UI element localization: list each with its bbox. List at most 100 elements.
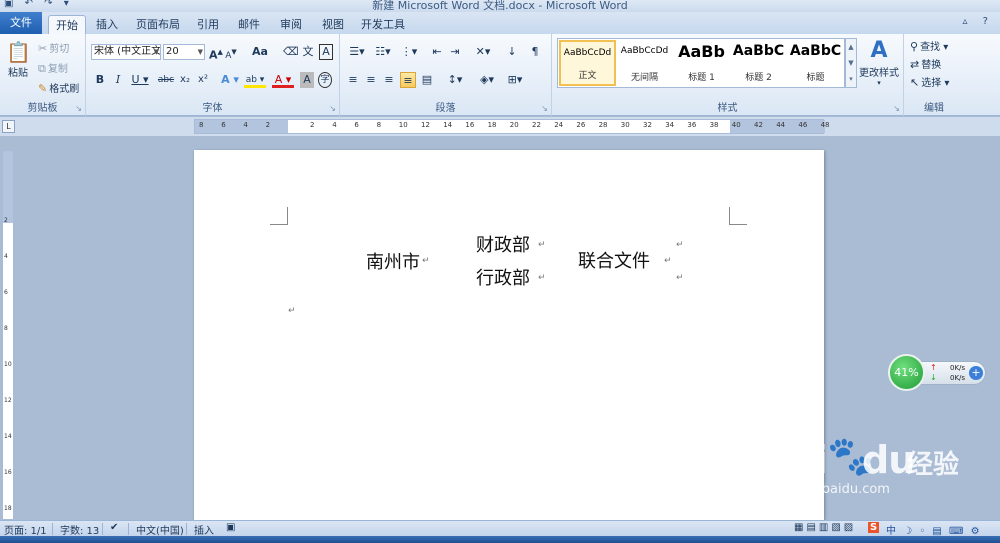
macro-icon[interactable]: ▣ [226,522,235,533]
paste-button[interactable]: 📋 粘贴 [6,40,31,84]
ruler-tick-label: 30 [620,121,630,129]
vertical-ruler[interactable]: 2 4 6 8 10 12 14 16 18 [2,150,14,520]
document-page[interactable]: 南州市 ↵ 财政部 ↵ 行政部 ↵ 联合文件 ↵ ↵ ↵ ↵ [194,150,824,520]
change-case-button[interactable]: Aa [249,44,271,60]
justify-icon[interactable]: ≡ [400,72,416,88]
group-label-editing: 编辑 [924,103,944,114]
phonetic-button[interactable]: 文 [301,44,315,60]
underline-button[interactable]: U ▾ [130,72,150,88]
strikethrough-button[interactable]: abc [156,72,176,88]
chinese-layout-icon[interactable]: ✕▾ [472,44,494,60]
select-button[interactable]: ↖ 选择 ▾ [910,74,949,89]
launcher-icon[interactable]: ↘ [541,104,548,113]
horizontal-ruler[interactable]: 8 6 4 2 2 4 6 8 10 12 14 16 18 20 22 24 26 28 30 32 34 36 38 40… [194,119,830,134]
ruler-tick-label: 4 [332,121,337,129]
subscript-button[interactable]: x₂ [178,72,192,88]
highlight-button[interactable]: ab ▾ [244,72,266,88]
distribute-icon[interactable]: ▤ [420,72,434,88]
group-editing: ⚲ 查找 ▾ ⇄ 替换 ↖ 选择 ▾ 编辑 [904,34,964,116]
copy-button[interactable]: ⧉ 复制 [38,60,68,76]
tab-references[interactable]: 引用 [193,15,223,34]
group-label-paragraph: 段落 [435,103,456,114]
network-speed-widget[interactable]: 41% ↑ ↓ 0K/s 0K/s + [888,354,988,391]
doc-text-dept1[interactable]: 财政部 [476,231,530,257]
ruler-tick-label: 12 [4,397,12,404]
style-title[interactable]: AaBbC 标题 [787,40,844,86]
doc-text-city[interactable]: 南州市 [366,248,420,274]
tab-developer[interactable]: 开发工具 [358,15,408,34]
ruler-tick-label: 36 [687,121,697,129]
decrease-indent-icon[interactable]: ⇤ [430,44,444,60]
ruler-tick-label: 40 [731,121,741,129]
ime-toolbar[interactable]: 中 ☽ ◦ ▤ ⌨ ⚙ [886,522,982,537]
italic-button[interactable]: I [112,72,124,88]
tab-review[interactable]: 审阅 [276,15,306,34]
view-buttons[interactable]: ▦▤▥▧▨ [794,522,856,533]
font-size-combo[interactable]: 20 ▼ [163,44,205,60]
doc-text-suffix[interactable]: 联合文件 [578,247,650,273]
gallery-scroll[interactable]: ▲ ▼ ▾ [845,38,857,88]
launcher-icon[interactable]: ↘ [893,104,900,113]
multilevel-list-icon[interactable]: ⋮▾ [398,44,420,60]
align-center-icon[interactable]: ≡ [364,72,378,88]
plus-icon[interactable]: + [969,366,983,380]
numbering-icon[interactable]: ☷▾ [372,44,394,60]
font-name-combo[interactable]: 宋体 (中文正文 ▼ [91,44,161,60]
style-no-spacing[interactable]: AaBbCcDd 无间隔 [616,40,673,86]
style-normal[interactable]: AaBbCcDd 正文 [559,40,616,86]
launcher-icon[interactable]: ↘ [75,104,82,113]
tab-page-layout[interactable]: 页面布局 [133,15,183,34]
proofing-icon[interactable]: ✔ [110,522,118,533]
status-mode[interactable]: 插入 [194,522,214,537]
align-left-icon[interactable]: ≡ [346,72,360,88]
ruler-tick-label: 16 [4,469,12,476]
superscript-button[interactable]: x² [196,72,210,88]
launcher-icon[interactable]: ↘ [329,104,336,113]
tab-view[interactable]: 视图 [318,15,348,34]
styles-gallery: AaBbCcDd 正文 AaBbCcDd 无间隔 AaBb 标题 1 AaBbC… [557,38,845,88]
ruler-tick-label: 16 [465,121,475,129]
taskbar [0,536,1000,543]
tab-stop-selector[interactable]: L [2,120,15,133]
ruler-tick-label: 4 [4,253,8,260]
tab-home[interactable]: 开始 [48,15,86,34]
borders-icon[interactable]: ⊞▾ [504,72,526,88]
ruler-tick-label: 32 [643,121,652,129]
style-heading-2[interactable]: AaBbC 标题 2 [730,40,787,86]
ruler-tick-label: 18 [487,121,497,129]
clear-format-icon[interactable]: ⌫ [283,44,299,60]
sort-icon[interactable]: ↓ [504,44,520,60]
brush-icon: ✎ [38,82,48,95]
char-border-button[interactable]: A [319,44,333,60]
text-effects-button[interactable]: A ▾ [220,72,240,88]
tab-insert[interactable]: 插入 [91,15,123,34]
help-icon[interactable]: ▵ ? [962,16,994,27]
replace-button[interactable]: ⇄ 替换 [910,56,941,71]
char-shading-button[interactable]: A [300,72,314,88]
tab-mailings[interactable]: 邮件 [234,15,264,34]
line-spacing-icon[interactable]: ↕▾ [444,72,466,88]
enclose-char-button[interactable]: 字 [318,72,332,88]
ime-s-icon[interactable]: S [868,522,880,533]
change-styles-button[interactable]: A 更改样式 ▾ [859,38,899,87]
style-heading-1[interactable]: AaBb 标题 1 [673,40,730,86]
cut-button[interactable]: ✂ 剪切 [38,40,69,55]
find-button[interactable]: ⚲ 查找 ▾ [910,38,948,53]
format-painter-button[interactable]: ✎ 格式刷 [38,80,79,95]
grow-font-button[interactable]: A▲ [209,44,223,62]
shrink-font-button[interactable]: A▼ [225,44,237,61]
doc-text-dept2[interactable]: 行政部 [476,264,530,290]
increase-indent-icon[interactable]: ⇥ [448,44,462,60]
font-color-button[interactable]: A ▾ [272,72,294,88]
status-page[interactable]: 页面: 1/1 [4,522,47,537]
status-words[interactable]: 字数: 13 [60,522,99,537]
align-right-icon[interactable]: ≡ [382,72,396,88]
tab-file[interactable]: 文件 [0,12,42,34]
group-label-styles: 样式 [717,103,738,114]
bold-button[interactable]: B [94,72,106,88]
group-label-font: 字体 [202,103,223,114]
status-language[interactable]: 中文(中国) [136,522,184,537]
shading-icon[interactable]: ◈▾ [476,72,498,88]
bullets-icon[interactable]: ☰▾ [346,44,368,60]
show-marks-icon[interactable]: ¶ [528,44,542,60]
